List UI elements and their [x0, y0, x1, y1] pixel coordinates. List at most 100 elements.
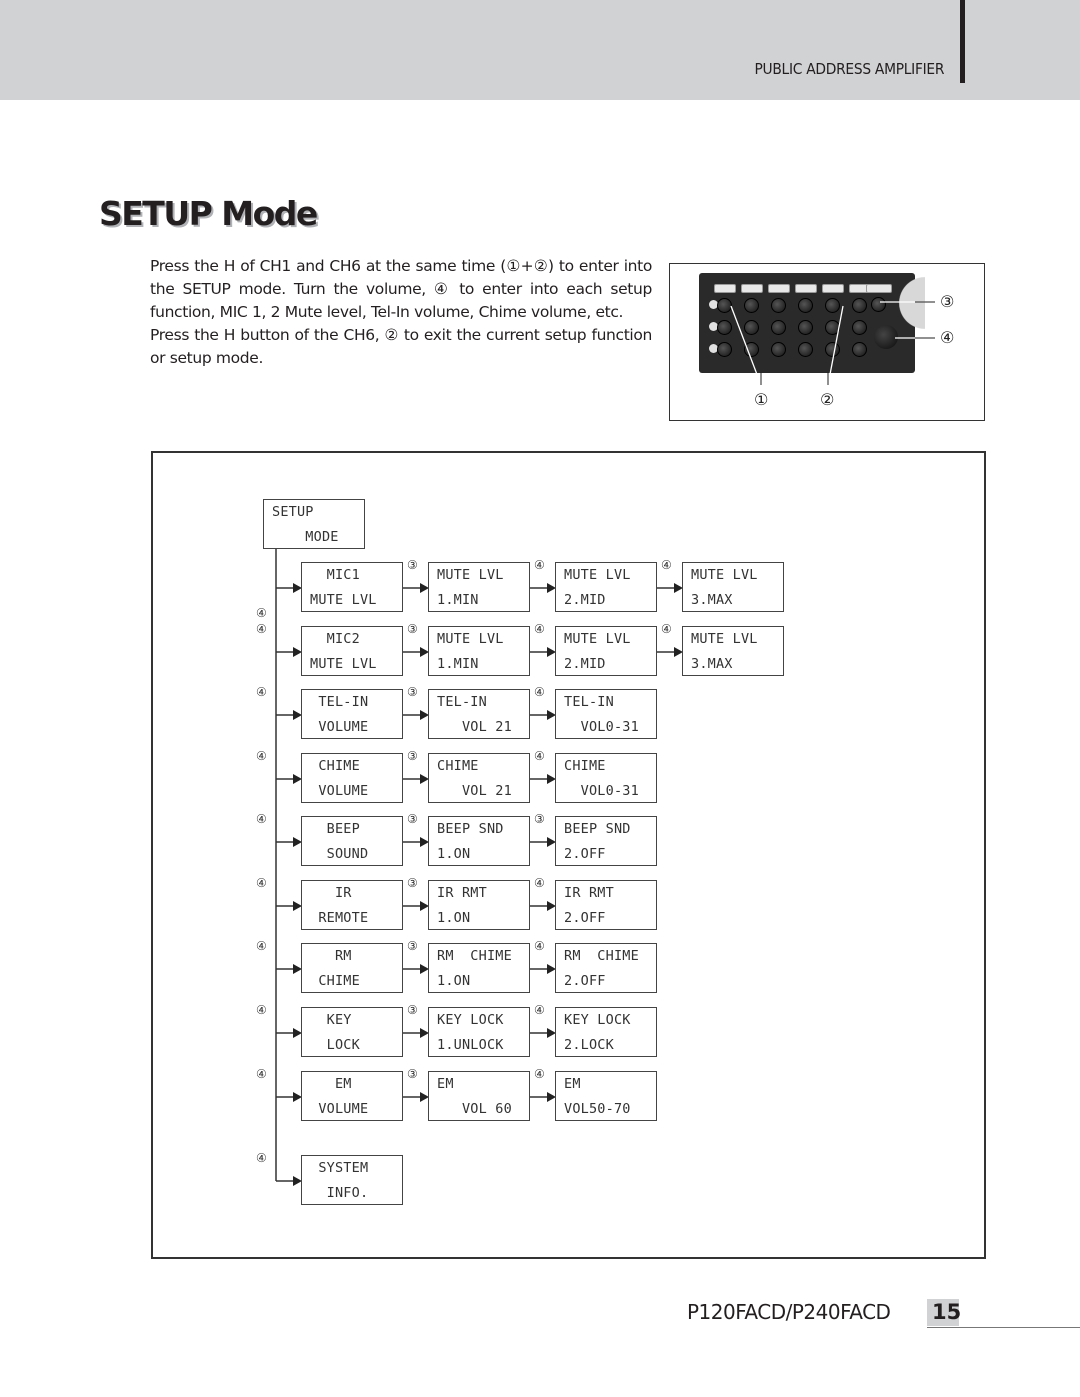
node-line-1: KEY	[310, 1012, 352, 1028]
page-number: 15	[932, 1300, 962, 1324]
node-line-1: MUTE LVL	[691, 631, 758, 647]
node-line-2: 2.OFF	[564, 910, 606, 926]
setup-function-node: RM CHIME	[301, 943, 403, 993]
step-indicator: ③	[407, 1003, 418, 1017]
step-indicator: ④	[661, 558, 672, 572]
setting-value-node: RM CHIME 2.OFF	[555, 943, 657, 993]
setting-value-node: MUTE LVL 2.MID	[555, 626, 657, 676]
step-indicator: ③	[407, 749, 418, 763]
step-indicator: ④	[256, 749, 267, 763]
step-indicator: ④	[256, 876, 267, 890]
node-line-1: EM	[564, 1076, 581, 1092]
step-indicator: ④	[534, 939, 545, 953]
node-line-1: CHIME	[437, 758, 479, 774]
setting-value-node: CHIME VOL 21	[428, 753, 530, 803]
step-indicator: ④	[256, 685, 267, 699]
node-line-2: 1.ON	[437, 910, 471, 926]
setup-function-node: BEEP SOUND	[301, 816, 403, 866]
node-line-2: MODE	[272, 529, 339, 545]
node-line-1: KEY LOCK	[437, 1012, 504, 1028]
step-indicator: ③	[407, 939, 418, 953]
step-indicator: ③	[407, 876, 418, 890]
node-line-1: EM	[310, 1076, 352, 1092]
setting-value-node: MUTE LVL 2.MID	[555, 562, 657, 612]
node-line-1: CHIME	[310, 758, 360, 774]
setting-value-node: MUTE LVL 3.MAX	[682, 562, 784, 612]
node-line-2: 1.ON	[437, 846, 471, 862]
node-line-2: SOUND	[310, 846, 369, 862]
node-line-2: VOLUME	[310, 719, 369, 735]
node-line-1: KEY LOCK	[564, 1012, 631, 1028]
step-indicator: ④	[256, 622, 267, 636]
node-line-1: TEL-IN	[310, 694, 369, 710]
node-line-1: RM	[310, 948, 352, 964]
node-line-1: MUTE LVL	[437, 567, 504, 583]
setting-value-node: MUTE LVL 1.MIN	[428, 562, 530, 612]
setting-value-node: EM VOL50-70	[555, 1071, 657, 1121]
node-line-1: IR RMT	[437, 885, 487, 901]
setting-value-node: BEEP SND 2.OFF	[555, 816, 657, 866]
step-indicator: ③	[407, 558, 418, 572]
step-indicator: ④	[534, 1003, 545, 1017]
step-indicator: ③	[407, 812, 418, 826]
node-line-2: 2.OFF	[564, 846, 606, 862]
setup-mode-node: SETUP MODE	[263, 499, 365, 549]
step-indicator: ③	[407, 622, 418, 636]
node-line-2: VOLUME	[310, 783, 369, 799]
step-indicator: ④	[256, 606, 267, 620]
node-line-1: SETUP	[272, 504, 314, 520]
node-line-2: 1.MIN	[437, 656, 479, 672]
setting-value-node: EM VOL 60	[428, 1071, 530, 1121]
node-line-1: IR	[310, 885, 352, 901]
step-indicator: ④	[256, 812, 267, 826]
node-line-2: 2.OFF	[564, 973, 606, 989]
setting-value-node: MUTE LVL 1.MIN	[428, 626, 530, 676]
step-indicator: ④	[534, 622, 545, 636]
setting-value-node: TEL-IN VOL0-31	[555, 689, 657, 739]
node-line-2: VOLUME	[310, 1101, 369, 1117]
node-line-1: MIC2	[310, 631, 360, 647]
step-indicator: ③	[534, 812, 545, 826]
node-line-2: 1.MIN	[437, 592, 479, 608]
step-indicator: ④	[661, 622, 672, 636]
setting-value-node: CHIME VOL0-31	[555, 753, 657, 803]
node-line-2: VOL 60	[437, 1101, 512, 1117]
setup-function-node: MIC2 MUTE LVL	[301, 626, 403, 676]
node-line-1: TEL-IN	[564, 694, 614, 710]
setup-function-node: EM VOLUME	[301, 1071, 403, 1121]
node-line-1: MUTE LVL	[691, 567, 758, 583]
step-indicator: ③	[407, 1067, 418, 1081]
setting-value-node: IR RMT 2.OFF	[555, 880, 657, 930]
node-line-1: MUTE LVL	[564, 631, 631, 647]
setting-value-node: IR RMT 1.ON	[428, 880, 530, 930]
setup-function-node: MIC1 MUTE LVL	[301, 562, 403, 612]
node-line-2: 2.LOCK	[564, 1037, 614, 1053]
node-line-2: REMOTE	[310, 910, 369, 926]
setup-function-node: KEY LOCK	[301, 1007, 403, 1057]
footer-rule	[927, 1327, 1080, 1328]
step-indicator: ④	[256, 1151, 267, 1165]
node-line-1: EM	[437, 1076, 454, 1092]
node-line-1: RM CHIME	[564, 948, 639, 964]
node-line-1: TEL-IN	[437, 694, 487, 710]
setting-value-node: MUTE LVL 3.MAX	[682, 626, 784, 676]
setup-function-node: CHIME VOLUME	[301, 753, 403, 803]
node-line-2: CHIME	[310, 973, 360, 989]
step-indicator: ④	[256, 1067, 267, 1081]
node-line-2: VOL50-70	[564, 1101, 631, 1117]
step-indicator: ④	[534, 749, 545, 763]
node-line-2: 2.MID	[564, 592, 606, 608]
step-indicator: ④	[534, 1067, 545, 1081]
node-line-1: RM CHIME	[437, 948, 512, 964]
node-line-1: CHIME	[564, 758, 606, 774]
setting-value-node: RM CHIME 1.ON	[428, 943, 530, 993]
footer-model: P120FACD/P240FACD	[687, 1300, 891, 1324]
setting-value-node: BEEP SND 1.ON	[428, 816, 530, 866]
setup-function-node: IR REMOTE	[301, 880, 403, 930]
node-line-2: VOL0-31	[564, 783, 639, 799]
node-line-2: MUTE LVL	[310, 656, 377, 672]
step-indicator: ③	[407, 685, 418, 699]
setup-function-node: TEL-IN VOLUME	[301, 689, 403, 739]
node-line-1: MUTE LVL	[437, 631, 504, 647]
node-line-2: VOL 21	[437, 719, 512, 735]
